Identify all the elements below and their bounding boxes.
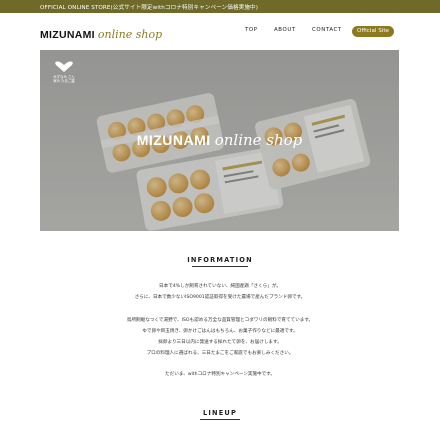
info-line: さらに、日本で数少ないISO9001認証取得を受けた農場で産んだブランド卵です。 <box>134 295 306 300</box>
announcement-bar: OFFICIAL ONLINE STORE(公式サイト限定withコロナ特別キャ… <box>0 0 440 13</box>
hero-badge-text: みずなみ さん家の たまご農 <box>53 75 75 84</box>
nav-about[interactable]: ABOUT <box>274 27 296 33</box>
announcement-text: OFFICIAL ONLINE STORE(公式サイト限定withコロナ特別キャ… <box>40 5 259 11</box>
info-line: ただいま、withコロナ特別キャンペーン実施中です。 <box>165 372 275 377</box>
info-line: 日本で4%しか飼育されていない、純国産鶏「さくら」が。 <box>159 284 281 289</box>
info-line: ゆで卵や目玉焼き、卵かけごはんはもちろん、お菓子作りなどに最適です。 <box>142 329 298 334</box>
hero-brand: MIZUNAMI <box>136 132 211 148</box>
official-site-button[interactable]: Official Site <box>352 26 394 37</box>
info-line: 鳥所飼継なつくで湯野で、ISOも認める万全な品質管理とコダワリの飼料で育てていま… <box>126 318 314 323</box>
nav-contact[interactable]: CONTACT <box>312 27 342 33</box>
info-line: 採卵より三日以内に発送する採れたて卵を、お届けします。 <box>158 340 282 345</box>
lineup-heading: LINEUP <box>202 409 238 417</box>
information-heading: INFORMATION <box>187 256 253 264</box>
logo-sub: online shop <box>97 28 163 41</box>
hero-title: MIZUNAMI online shop <box>40 130 399 149</box>
heart-icon <box>55 61 73 72</box>
hero-banner: みずなみ さん家の たまご農 MIZUNAMI online shop <box>40 50 399 231</box>
hero-badge: みずなみ さん家の たまご農 <box>50 60 78 92</box>
logo-brand: MIZUNAMI <box>40 29 95 41</box>
nav-top[interactable]: TOP <box>245 27 258 33</box>
hero-sub: online shop <box>214 131 303 149</box>
info-line: プロの料理人に選ばれる、三日たまごをご家庭でもお楽しみください。 <box>146 351 294 356</box>
lineup-underline <box>200 419 240 420</box>
site-header: MIZUNAMI online shop TOP ABOUT CONTACT Of… <box>0 13 440 50</box>
site-logo[interactable]: MIZUNAMI online shop <box>40 23 162 42</box>
information-underline <box>192 266 248 267</box>
